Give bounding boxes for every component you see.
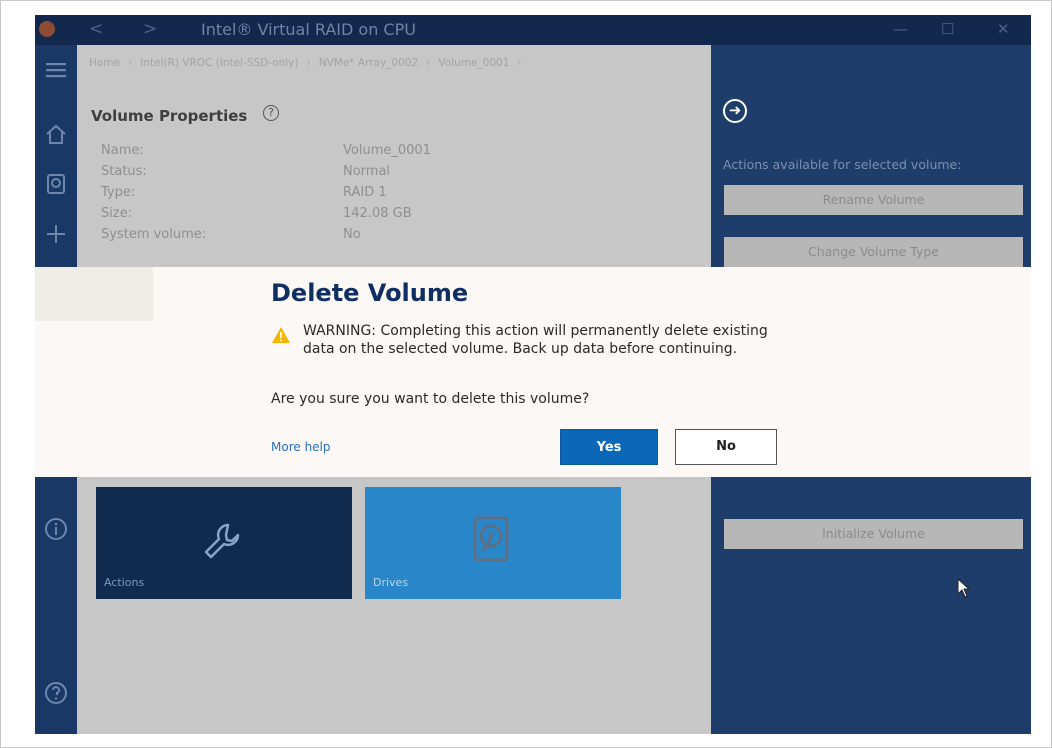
yes-button[interactable]: Yes xyxy=(560,429,658,465)
drives-tile-label: Drives xyxy=(373,576,409,589)
prop-system-label: System volume: xyxy=(101,227,207,242)
menu-icon[interactable] xyxy=(43,59,69,85)
prop-name-label: Name: xyxy=(101,143,144,158)
help-circle-icon[interactable]: ? xyxy=(263,105,279,121)
prop-size-label: Size: xyxy=(101,206,133,221)
actions-tile-label: Actions xyxy=(104,576,145,589)
window-title: Intel® Virtual RAID on CPU xyxy=(201,20,416,39)
back-button[interactable]: < xyxy=(89,19,103,39)
panel-caption: Actions available for selected volume: xyxy=(723,157,962,172)
app-logo-icon xyxy=(39,21,55,37)
dialog-side-shade xyxy=(35,267,153,321)
prop-name-value: Volume_0001 xyxy=(343,143,431,158)
dialog-warning-text: WARNING: Completing this action will per… xyxy=(303,323,768,357)
forward-button[interactable]: > xyxy=(143,19,157,39)
change-volume-type-button[interactable]: Change Volume Type xyxy=(724,237,1023,267)
breadcrumb-home[interactable]: Home xyxy=(89,57,120,69)
prop-system-value: No xyxy=(343,227,361,242)
prop-status-value: Normal xyxy=(343,164,391,179)
initialize-volume-button[interactable]: Initialize Volume xyxy=(724,519,1023,549)
breadcrumb-volume[interactable]: Volume_0001 xyxy=(438,57,509,69)
info-icon[interactable] xyxy=(43,517,69,543)
breadcrumb: Home › Intel(R) VROC (Intel-SSD-only) › NVMe… xyxy=(89,57,522,69)
screenshot-frame: < > Intel® Virtual RAID on CPU — ☐ ✕ Hom… xyxy=(0,0,1052,748)
maximize-button[interactable]: ☐ xyxy=(941,20,954,38)
dialog-title: Delete Volume xyxy=(271,279,469,307)
plus-icon[interactable] xyxy=(43,223,69,249)
home-icon[interactable] xyxy=(43,123,69,149)
more-help-link[interactable]: More help xyxy=(271,440,331,454)
rename-volume-button[interactable]: Rename Volume xyxy=(724,185,1023,215)
volume-properties-title: Volume Properties xyxy=(91,107,248,125)
cursor-icon xyxy=(957,578,971,598)
drive-icon[interactable] xyxy=(43,173,69,199)
minimize-button[interactable]: — xyxy=(893,20,908,38)
actions-tile[interactable]: Actions xyxy=(96,487,352,599)
warning-icon xyxy=(272,327,290,343)
delete-volume-dialog: Delete Volume WARNING: Completing this a… xyxy=(35,267,1031,477)
breadcrumb-array[interactable]: NVMe* Array_0002 xyxy=(319,57,418,69)
breadcrumb-controller[interactable]: Intel(R) VROC (Intel-SSD-only) xyxy=(140,57,298,69)
drives-tile[interactable]: Drives xyxy=(365,487,621,599)
no-button[interactable]: No xyxy=(675,429,777,465)
prop-type-value: RAID 1 xyxy=(343,185,387,200)
drive-tile-icon xyxy=(473,516,509,562)
prop-status-label: Status: xyxy=(101,164,147,179)
title-bar: < > Intel® Virtual RAID on CPU — ☐ ✕ xyxy=(35,15,1031,45)
help-icon[interactable] xyxy=(43,681,69,707)
prop-type-label: Type: xyxy=(101,185,136,200)
arrow-right-icon[interactable]: ➜ xyxy=(723,99,747,123)
wrench-icon xyxy=(204,523,240,559)
prop-size-value: 142.08 GB xyxy=(343,206,412,221)
dialog-question: Are you sure you want to delete this vol… xyxy=(271,391,590,407)
close-button[interactable]: ✕ xyxy=(997,20,1010,38)
